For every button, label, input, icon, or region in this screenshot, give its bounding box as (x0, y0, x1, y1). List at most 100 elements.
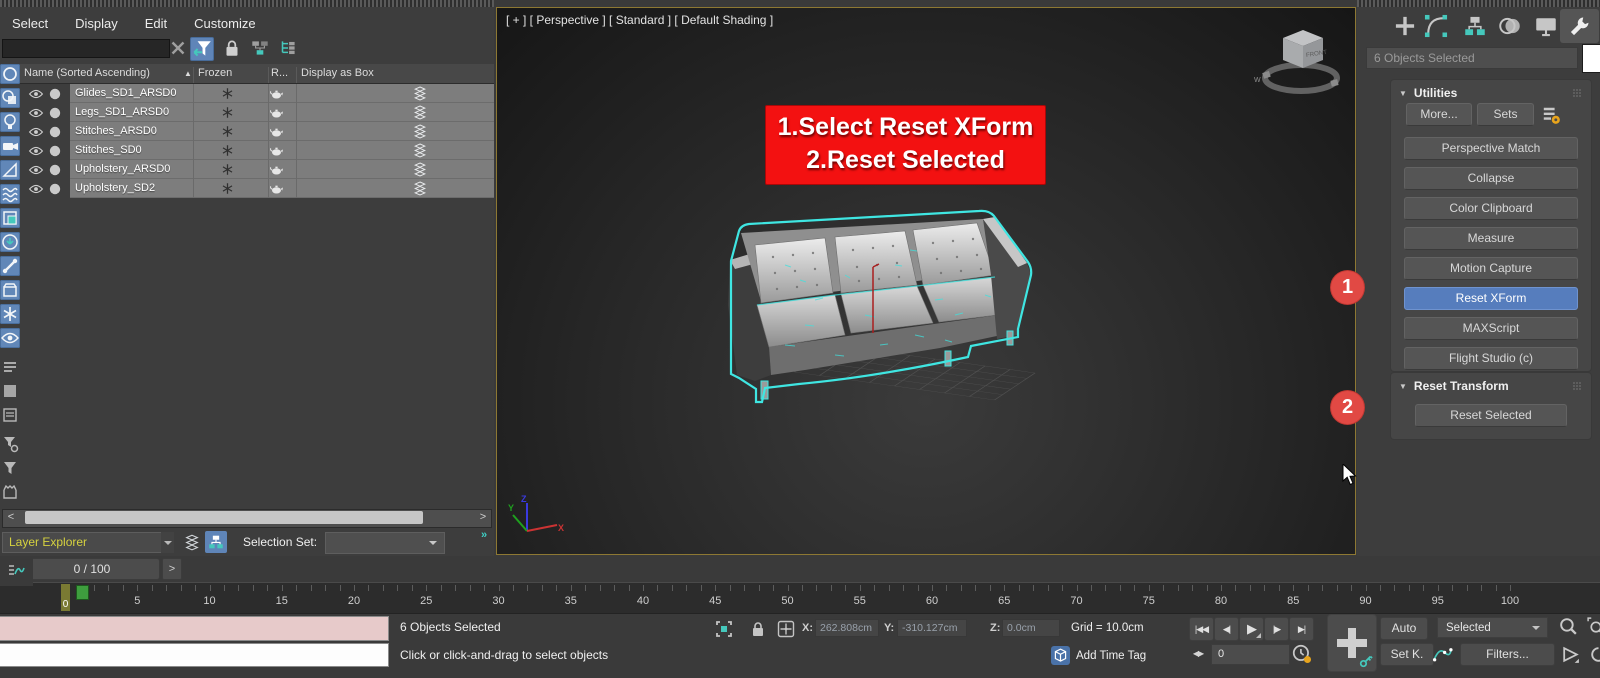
sets-button[interactable]: Sets (1477, 103, 1534, 126)
utility-reset-xform-button[interactable]: Reset XForm (1404, 287, 1578, 310)
more-button[interactable]: More... (1406, 103, 1472, 126)
frozen-snowflake-icon[interactable] (220, 143, 235, 158)
display-cameras-icon[interactable] (0, 136, 20, 156)
frozen-snowflake-icon[interactable] (220, 124, 235, 139)
orbit-view-icon[interactable] (1588, 644, 1600, 665)
filter-selection-icon[interactable] (190, 37, 214, 61)
named-selection-field[interactable]: 6 Objects Selected (1366, 47, 1578, 69)
viewport-label[interactable]: [ + ] [ Perspective ] [ Standard ] [ Def… (506, 13, 773, 27)
display-as-box-layers-icon[interactable] (412, 123, 428, 139)
macro-recorder-pane[interactable] (0, 616, 389, 641)
utility-maxscript-button[interactable]: MAXScript (1404, 317, 1578, 340)
play-button[interactable]: ▶ (1239, 617, 1264, 641)
menu-display[interactable]: Display (75, 16, 118, 31)
zoom-viewport-icon[interactable] (1558, 616, 1579, 637)
utility-collapse-button[interactable]: Collapse (1404, 167, 1578, 190)
object-name[interactable]: Stitches_SD0 (75, 144, 142, 156)
absolute-mode-icon[interactable] (776, 619, 796, 639)
display-bones-icon[interactable] (0, 256, 20, 276)
time-slider[interactable]: 0 (60, 583, 71, 612)
frozen-snowflake-icon[interactable] (220, 162, 235, 177)
frozen-snowflake-icon[interactable] (220, 181, 235, 196)
maxscript-listener-pane[interactable] (0, 643, 389, 667)
object-name[interactable]: Upholstery_SD2 (75, 182, 155, 194)
object-color-swatch[interactable] (1582, 44, 1600, 73)
auto-key-button[interactable]: Auto (1380, 617, 1428, 640)
display-geometry-icon[interactable] (0, 64, 20, 84)
key-mode-toggle-icon[interactable]: ◀▶ (1188, 645, 1208, 663)
display-as-box-layers-icon[interactable] (412, 180, 428, 196)
table-row[interactable]: Glides_SD1_ARSD0 (20, 84, 494, 103)
tab-utilities-icon[interactable] (1567, 13, 1593, 39)
goto-end-button[interactable]: ▶| (1289, 617, 1314, 641)
frozen-snowflake-icon[interactable] (220, 105, 235, 120)
object-dot-icon[interactable] (47, 105, 63, 121)
sort-by-layer-icon[interactable] (0, 405, 20, 425)
key-filters-button[interactable]: Filters... (1460, 643, 1555, 666)
flat-list-mode-icon[interactable] (277, 37, 299, 59)
explorer-mode-select[interactable]: Layer Explorer (2, 532, 166, 553)
sort-by-type-icon[interactable] (0, 381, 20, 401)
viewcube[interactable]: W FRONT (1249, 22, 1349, 102)
selected-key[interactable] (76, 585, 89, 600)
time-range-field[interactable]: 0 / 100 (24, 558, 160, 580)
rollout-grip-icon[interactable] (1571, 87, 1583, 99)
filter-icon[interactable] (0, 458, 20, 478)
timeline-ruler[interactable]: 0 51015202530354045505560657075808590951… (0, 582, 1600, 614)
rollout-grip-icon[interactable] (1571, 380, 1583, 392)
visibility-eye-icon[interactable] (28, 162, 44, 178)
time-configuration-icon[interactable] (1291, 643, 1313, 665)
display-as-box-layers-icon[interactable] (412, 142, 428, 158)
horizontal-scrollbar[interactable]: < > (2, 509, 492, 528)
tab-modify-icon[interactable] (1423, 13, 1449, 39)
reset-transform-header[interactable]: ▼ Reset Transform (1391, 373, 1591, 395)
y-coord-field[interactable]: -310.127cm (897, 619, 967, 637)
renderable-teapot-icon[interactable] (269, 181, 284, 196)
object-dot-icon[interactable] (47, 124, 63, 140)
display-lights-icon[interactable] (0, 112, 20, 132)
object-name[interactable]: Legs_SD1_ARSD0 (75, 106, 169, 118)
hierarchy-view-icon[interactable] (205, 531, 227, 553)
sofa-model[interactable] (695, 205, 1055, 405)
table-row[interactable]: Stitches_SD0 (20, 141, 494, 160)
display-containers-icon[interactable] (0, 280, 20, 300)
time-tag-cube-icon[interactable] (1051, 646, 1070, 665)
utility-color-clipboard-button[interactable]: Color Clipboard (1404, 197, 1578, 220)
filter-settings-icon[interactable] (0, 434, 20, 454)
clear-search-icon[interactable] (167, 37, 189, 59)
current-frame-field[interactable]: 0 (1211, 644, 1290, 665)
renderable-teapot-icon[interactable] (269, 124, 284, 139)
overflow-chevrons-icon[interactable]: » (481, 529, 487, 541)
visibility-eye-icon[interactable] (28, 181, 44, 197)
table-row[interactable]: Stitches_ARSD0 (20, 122, 494, 141)
scroll-right-icon[interactable]: > (475, 510, 491, 525)
utility-flight-studio-c-button[interactable]: Flight Studio (c) (1404, 347, 1578, 370)
x-coord-field[interactable]: 262.808cm (815, 619, 879, 637)
object-list-header[interactable]: Name (Sorted Ascending) ▲ Frozen R... Di… (20, 64, 494, 84)
zoom-all-icon[interactable] (1586, 616, 1600, 637)
display-space-warps-icon[interactable] (0, 184, 20, 204)
tab-motion-icon[interactable] (1497, 13, 1523, 39)
next-frame-button[interactable]: |▶ (1264, 617, 1289, 641)
rollout-collapse-icon[interactable]: ▼ (1399, 382, 1407, 391)
lock-explorer-icon[interactable] (221, 37, 243, 59)
goto-start-button[interactable]: |◀◀ (1189, 617, 1214, 641)
layers-icon[interactable] (183, 533, 201, 551)
utility-perspective-match-button[interactable]: Perspective Match (1404, 137, 1578, 160)
visibility-eye-icon[interactable] (28, 124, 44, 140)
motion-paths-icon[interactable] (1432, 644, 1453, 665)
prev-frame-button[interactable]: ◀| (1214, 617, 1239, 641)
explorer-mode-dropdown-icon[interactable] (161, 532, 174, 553)
utility-motion-capture-button[interactable]: Motion Capture (1404, 257, 1578, 280)
sort-alphabetical-icon[interactable] (0, 357, 20, 377)
selection-lock-icon[interactable] (748, 619, 768, 639)
object-name[interactable]: Upholstery_ARSD0 (75, 163, 170, 175)
column-display-as-box[interactable]: Display as Box (301, 67, 374, 79)
column-frozen[interactable]: Frozen (198, 67, 232, 79)
display-groups-icon[interactable] (0, 208, 20, 228)
visibility-eye-icon[interactable] (28, 86, 44, 102)
frame-spinner[interactable] (1277, 647, 1286, 666)
object-dot-icon[interactable] (47, 143, 63, 159)
renderable-teapot-icon[interactable] (269, 105, 284, 120)
rollout-collapse-icon[interactable]: ▼ (1399, 89, 1407, 98)
